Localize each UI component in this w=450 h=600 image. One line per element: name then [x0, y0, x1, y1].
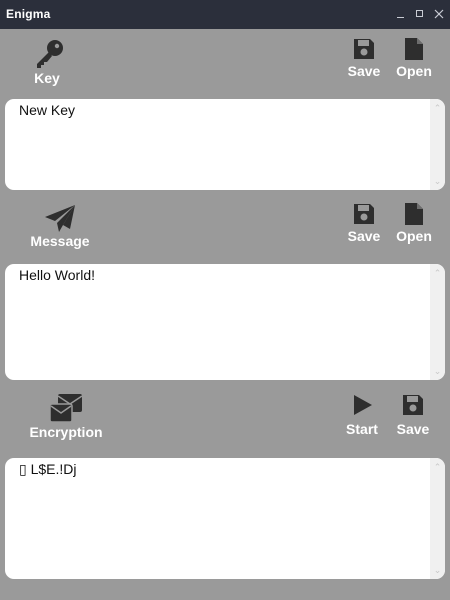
- title-bar: Enigma: [0, 0, 450, 29]
- start-button[interactable]: Start: [343, 393, 381, 437]
- play-icon: [354, 395, 372, 415]
- message-open-label: Open: [396, 228, 432, 244]
- save-icon: [403, 395, 423, 415]
- close-icon: [434, 9, 444, 19]
- encryption-scrollbar[interactable]: ⌃ ⌄: [430, 458, 445, 579]
- minimize-button[interactable]: [394, 6, 408, 22]
- scroll-up-icon[interactable]: ⌃: [430, 460, 445, 474]
- scroll-down-icon[interactable]: ⌄: [430, 174, 445, 188]
- message-label: Message: [30, 233, 90, 249]
- save-icon: [354, 204, 374, 224]
- scroll-up-icon[interactable]: ⌃: [430, 266, 445, 280]
- message-text: Hello World!: [19, 267, 95, 283]
- key-text: New Key: [19, 102, 76, 118]
- encryption-save-label: Save: [396, 421, 430, 437]
- key-section-header: Key: [22, 38, 72, 86]
- scroll-down-icon[interactable]: ⌄: [430, 563, 445, 577]
- maximize-button[interactable]: [413, 6, 427, 22]
- encryption-save-button[interactable]: Save: [393, 393, 433, 437]
- encryption-text: ▯ L$E.!Dj: [19, 461, 77, 477]
- key-textbox[interactable]: New Key ⌃ ⌄: [5, 99, 445, 190]
- key-scrollbar[interactable]: ⌃ ⌄: [430, 99, 445, 190]
- key-save-label: Save: [347, 63, 381, 79]
- message-save-button[interactable]: Save: [344, 202, 384, 244]
- start-label: Start: [346, 421, 378, 437]
- key-save-button[interactable]: Save: [344, 37, 384, 79]
- message-scrollbar[interactable]: ⌃ ⌄: [430, 264, 445, 380]
- file-icon: [405, 38, 423, 60]
- encryption-textbox[interactable]: ▯ L$E.!Dj ⌃ ⌄: [5, 458, 445, 579]
- key-open-button[interactable]: Open: [392, 37, 436, 79]
- minimize-icon: [397, 17, 404, 18]
- key-open-label: Open: [396, 63, 432, 79]
- message-section-header: Message: [22, 203, 98, 249]
- key-icon: [37, 40, 63, 68]
- close-button[interactable]: [432, 6, 446, 22]
- paper-plane-icon: [45, 205, 75, 232]
- scroll-down-icon[interactable]: ⌄: [430, 364, 445, 378]
- file-icon: [405, 203, 423, 225]
- encryption-section-header: Encryption: [22, 392, 110, 440]
- message-save-label: Save: [347, 228, 381, 244]
- message-open-button[interactable]: Open: [392, 202, 436, 244]
- key-label: Key: [34, 70, 60, 86]
- encryption-label: Encryption: [29, 424, 103, 440]
- envelopes-icon: [49, 394, 83, 423]
- scroll-up-icon[interactable]: ⌃: [430, 101, 445, 115]
- save-icon: [354, 39, 374, 59]
- maximize-icon: [416, 10, 423, 17]
- window-title: Enigma: [6, 7, 51, 21]
- message-textbox[interactable]: Hello World! ⌃ ⌄: [5, 264, 445, 380]
